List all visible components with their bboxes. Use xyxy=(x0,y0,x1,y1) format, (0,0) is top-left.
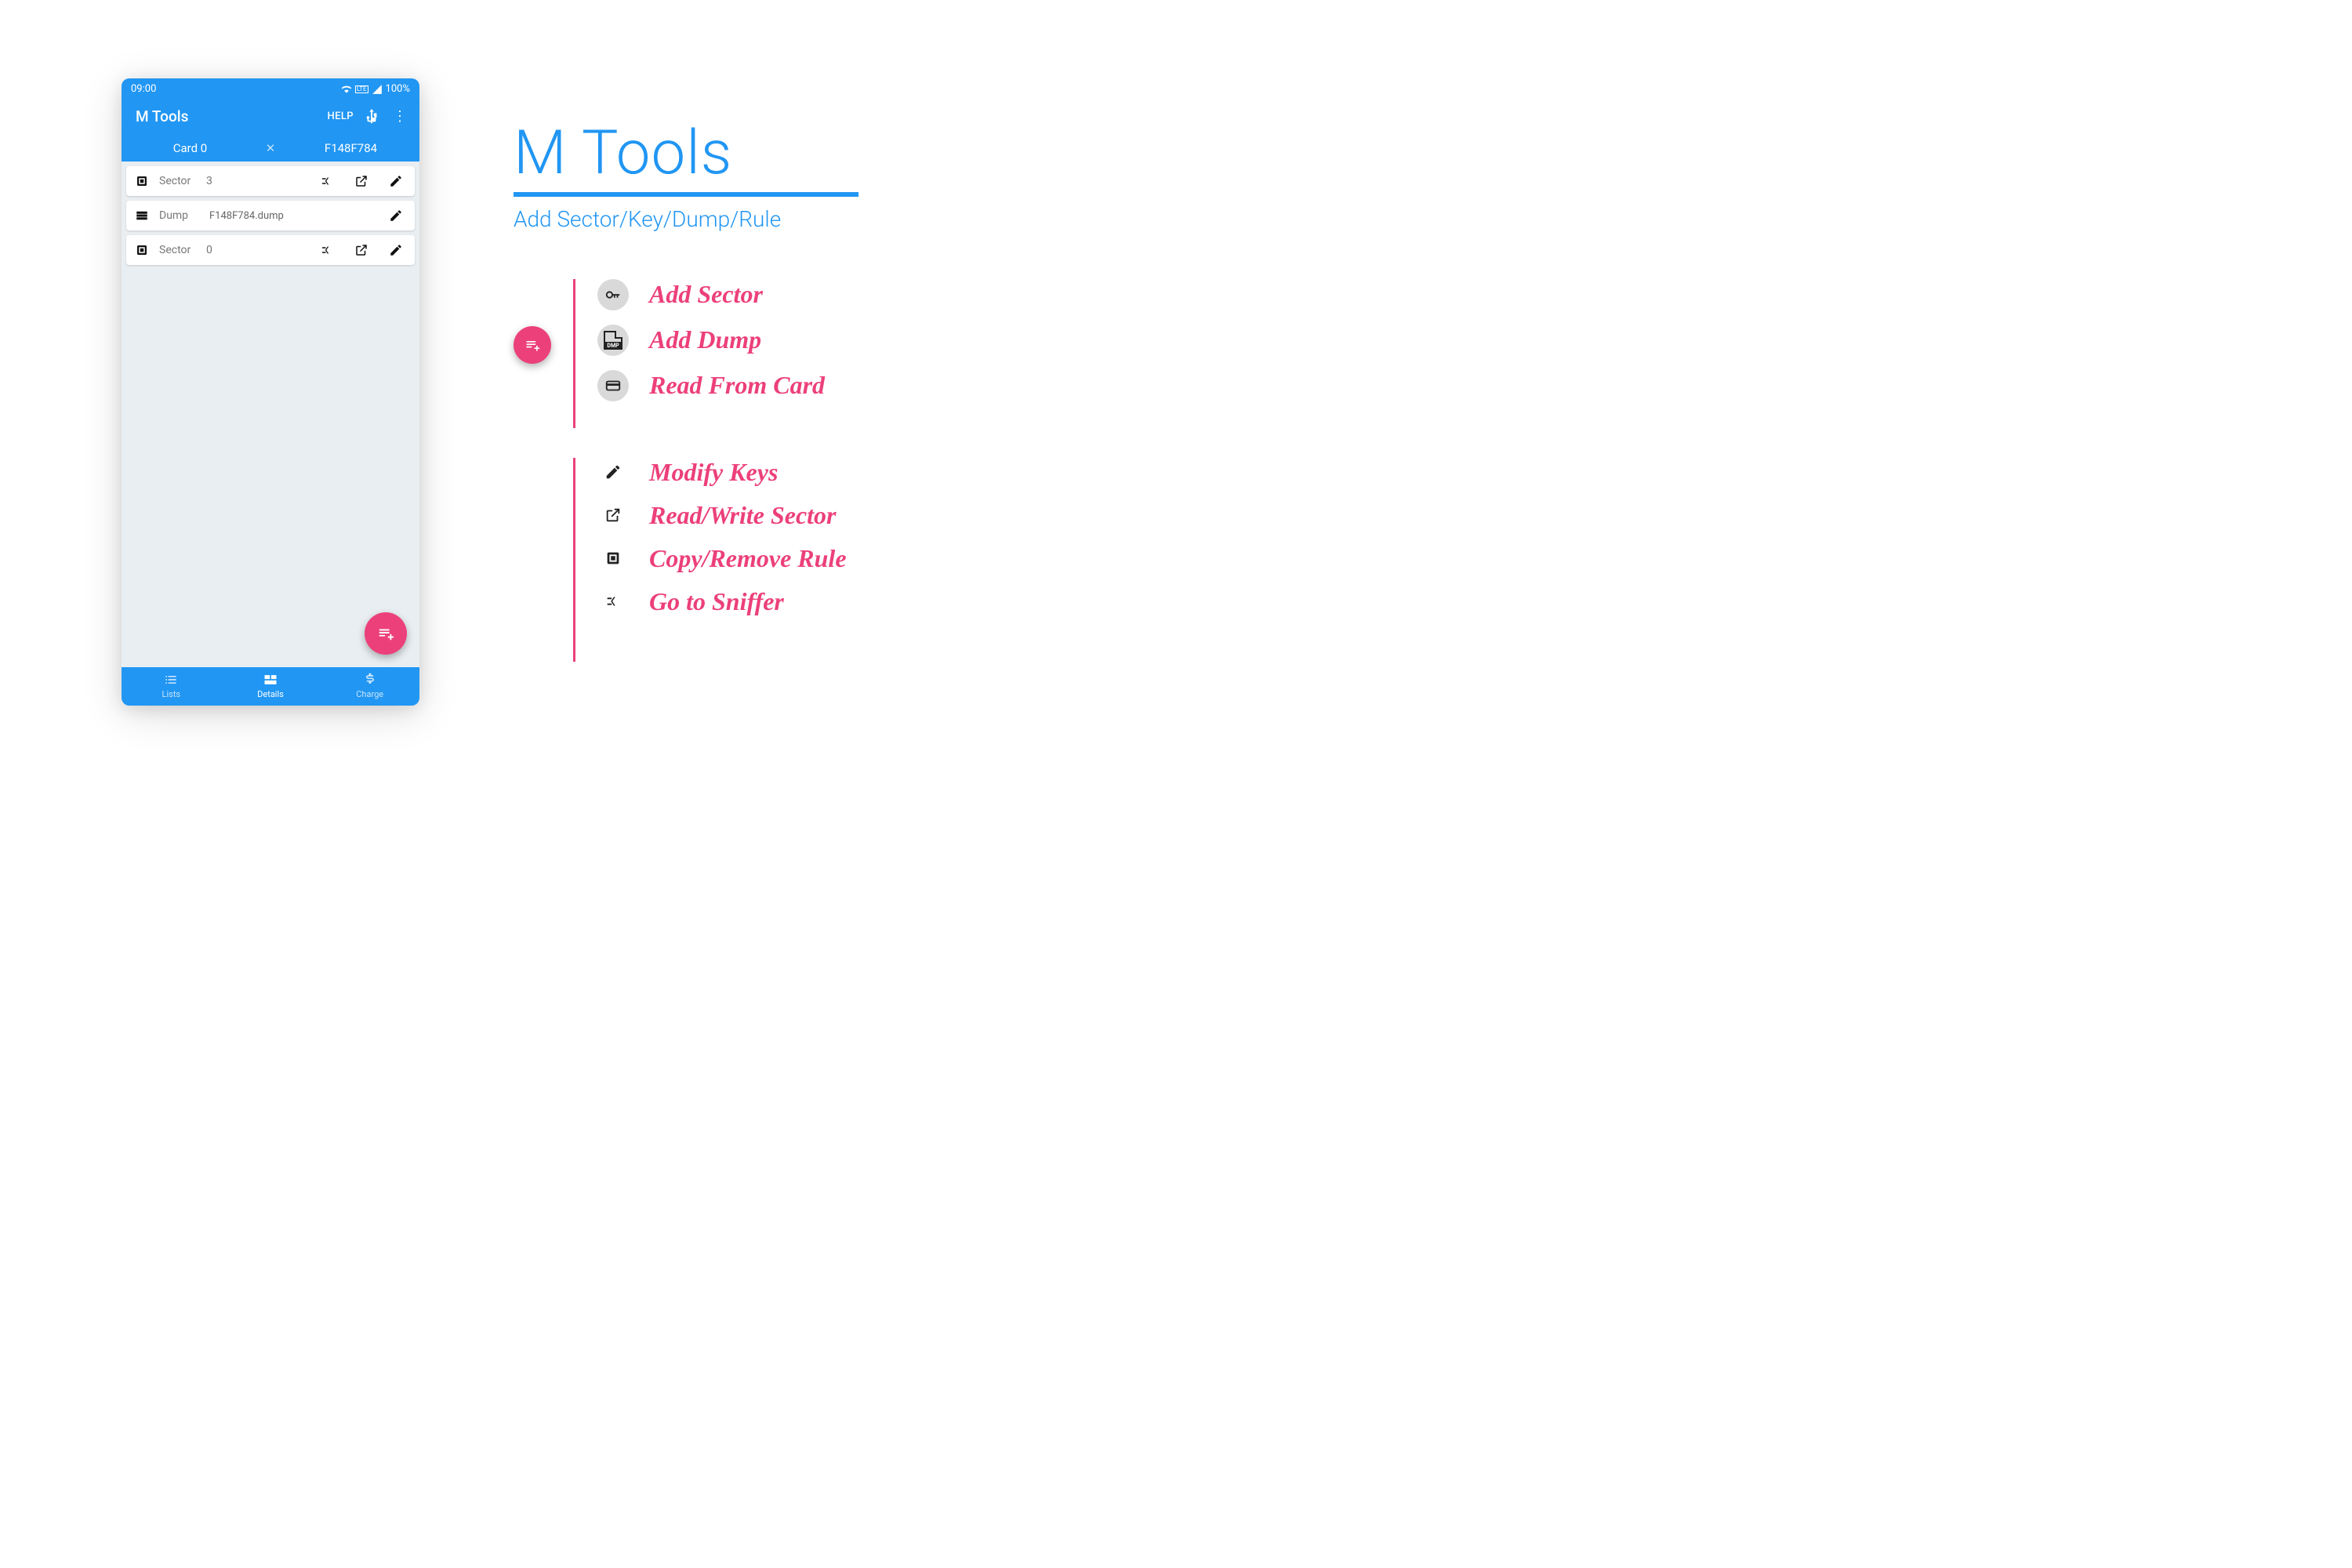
status-right: LTE 100% xyxy=(341,83,410,95)
legend-add-dump: DMP Add Dump xyxy=(597,325,825,356)
battery-percent: 100% xyxy=(386,83,410,95)
key-icon xyxy=(597,279,629,310)
sub-bar: Card 0 ✕ F148F784 xyxy=(122,135,419,162)
legend-group-2: Modify Keys Read/Write Sector Copy/Remov… xyxy=(514,458,858,662)
nav-charge-label: Charge xyxy=(356,689,383,699)
sector-row[interactable]: Sector 0 xyxy=(126,235,415,265)
bottom-nav: Lists Details Charge xyxy=(122,667,419,706)
sector-label: Sector xyxy=(159,175,198,187)
legend-group-1: Add Sector DMP Add Dump Read From Card xyxy=(514,279,858,428)
cards-area: Sector 3 Dump F148F784.dump Sector 0 xyxy=(122,162,419,667)
signal-icon xyxy=(372,84,383,95)
app-title: M Tools xyxy=(136,107,318,125)
dump-label: Dump xyxy=(159,209,198,222)
edit-icon[interactable] xyxy=(388,243,404,257)
legend-divider xyxy=(573,279,575,428)
lte-badge: LTE xyxy=(355,85,368,93)
brand-subtitle: Add Sector/Key/Dump/Rule xyxy=(514,206,858,232)
status-time: 09:00 xyxy=(131,83,156,95)
legend-add-sector: Add Sector xyxy=(597,279,825,310)
edit-icon[interactable] xyxy=(388,209,404,223)
card-uid[interactable]: F148F784 xyxy=(282,141,419,155)
app-bar: M Tools HELP ⋮ xyxy=(122,100,419,135)
phone-frame: 09:00 LTE 100% M Tools HELP ⋮ Card 0 ✕ F… xyxy=(122,78,419,706)
dump-filename: F148F784.dump xyxy=(206,210,380,222)
sector-number: 3 xyxy=(206,175,220,187)
legend-copy-rule: Copy/Remove Rule xyxy=(597,544,847,573)
legend-read-card-text: Read From Card xyxy=(649,371,825,400)
chip-icon xyxy=(132,243,151,257)
sector-row[interactable]: Sector 3 xyxy=(126,166,415,196)
sniffer-icon[interactable] xyxy=(319,174,335,188)
legend-sniffer-text: Go to Sniffer xyxy=(649,587,784,616)
fab-add-small[interactable] xyxy=(514,326,551,364)
legend-divider xyxy=(573,458,575,662)
legend-modify-keys: Modify Keys xyxy=(597,458,847,487)
usb-icon[interactable] xyxy=(363,108,380,125)
open-icon xyxy=(597,506,629,524)
close-icon[interactable]: ✕ xyxy=(259,141,282,155)
status-bar: 09:00 LTE 100% xyxy=(122,78,419,100)
card-name[interactable]: Card 0 xyxy=(122,141,259,155)
nav-lists-label: Lists xyxy=(162,689,181,699)
nav-details-label: Details xyxy=(257,689,284,699)
help-button[interactable]: HELP xyxy=(328,111,354,122)
fab-add[interactable] xyxy=(365,612,407,655)
storage-icon xyxy=(132,209,151,223)
row-actions xyxy=(319,174,408,188)
nav-lists[interactable]: Lists xyxy=(122,672,221,699)
sector-number: 0 xyxy=(206,244,220,256)
open-icon[interactable] xyxy=(354,243,369,257)
sniffer-icon[interactable] xyxy=(319,243,335,257)
dmp-badge-text: DMP xyxy=(604,342,622,350)
brand-title: M Tools xyxy=(514,123,858,184)
legend-add-dump-text: Add Dump xyxy=(649,325,761,354)
legend-sniffer: Go to Sniffer xyxy=(597,587,847,616)
overflow-menu-icon[interactable]: ⋮ xyxy=(390,108,410,125)
legend-copy-rule-text: Copy/Remove Rule xyxy=(649,544,847,573)
explainer-panel: M Tools Add Sector/Key/Dump/Rule Add Sec… xyxy=(514,123,858,662)
sniffer-icon xyxy=(597,593,629,610)
nav-charge[interactable]: Charge xyxy=(320,672,419,699)
legend-rw-sector-text: Read/Write Sector xyxy=(649,501,837,530)
legend-read-card: Read From Card xyxy=(597,370,825,401)
chip-icon xyxy=(132,174,151,188)
dump-row[interactable]: Dump F148F784.dump xyxy=(126,201,415,230)
row-actions xyxy=(388,209,408,223)
dmp-file-icon: DMP xyxy=(597,325,629,356)
card-icon xyxy=(597,370,629,401)
chip-icon xyxy=(597,550,629,567)
edit-icon[interactable] xyxy=(388,174,404,188)
sector-label: Sector xyxy=(159,244,198,256)
wifi-icon xyxy=(341,84,352,95)
legend-add-sector-text: Add Sector xyxy=(649,280,763,309)
row-actions xyxy=(319,243,408,257)
brand-rule xyxy=(514,192,858,197)
edit-icon xyxy=(597,463,629,481)
legend-modify-keys-text: Modify Keys xyxy=(649,458,778,487)
open-icon[interactable] xyxy=(354,174,369,188)
nav-details[interactable]: Details xyxy=(221,672,321,699)
legend-rw-sector: Read/Write Sector xyxy=(597,501,847,530)
